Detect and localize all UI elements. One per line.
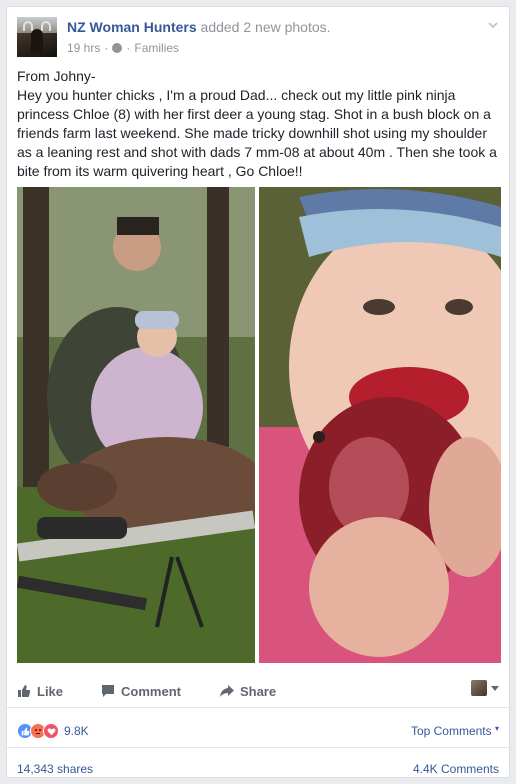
reaction-count[interactable]: 9.8K — [64, 724, 89, 738]
photo-grid — [17, 187, 501, 663]
reactions-row: 9.8K Top Comments ▾ — [17, 720, 501, 742]
caret-down-icon: ▾ — [494, 724, 499, 733]
top-comments-dropdown[interactable]: Top Comments ▾ — [411, 724, 499, 738]
share-button[interactable]: Share — [219, 684, 276, 699]
meta-separator: · — [104, 41, 109, 55]
divider — [7, 707, 509, 708]
audience-selector[interactable] — [471, 680, 499, 696]
post-text: From Johny- Hey you hunter chicks , I'm … — [17, 68, 497, 179]
chevron-down-icon[interactable] — [487, 19, 499, 31]
caret-down-icon — [491, 686, 499, 691]
post-card: NZ Woman Hunters added 2 new photos. 19 … — [6, 6, 510, 778]
divider — [7, 747, 509, 748]
page-avatar[interactable] — [17, 17, 57, 57]
post-title-line: NZ Woman Hunters added 2 new photos. — [67, 19, 331, 35]
shares-count[interactable]: 14,343 shares — [17, 762, 93, 776]
share-label: Share — [239, 683, 277, 699]
post-action-bar: Like Comment Share — [17, 680, 501, 702]
user-avatar — [471, 680, 487, 696]
post-body: From Johny- Hey you hunter chicks , I'm … — [17, 67, 501, 181]
post-header: NZ Woman Hunters added 2 new photos. 19 … — [17, 17, 501, 57]
post-action-text: added 2 new photos. — [196, 19, 331, 35]
photo-hunters-with-deer[interactable] — [17, 187, 255, 663]
like-button[interactable]: Like — [17, 684, 63, 699]
photo-girl-with-heart[interactable] — [259, 187, 501, 663]
like-label: Like — [37, 683, 64, 699]
reaction-icons[interactable] — [17, 723, 59, 739]
comment-button[interactable]: Comment — [101, 684, 181, 699]
page-name-link[interactable]: NZ Woman Hunters — [67, 19, 197, 35]
comments-count[interactable]: 4.4K Comments — [413, 762, 499, 776]
globe-icon — [112, 43, 123, 53]
meta-separator-2: · — [126, 41, 131, 55]
love-icon — [43, 723, 59, 739]
audience-label[interactable]: Families — [134, 41, 179, 55]
post-timestamp[interactable]: 19 hrs — [67, 41, 100, 55]
comment-icon — [102, 685, 115, 697]
post-meta: 19 hrs · · Families — [67, 41, 179, 55]
post-stats: 14,343 shares 4.4K Comments — [17, 762, 501, 778]
comment-label: Comment — [121, 683, 181, 699]
thumbs-up-icon — [18, 685, 31, 697]
share-arrow-icon — [219, 685, 234, 697]
top-comments-label: Top Comments — [410, 724, 492, 738]
